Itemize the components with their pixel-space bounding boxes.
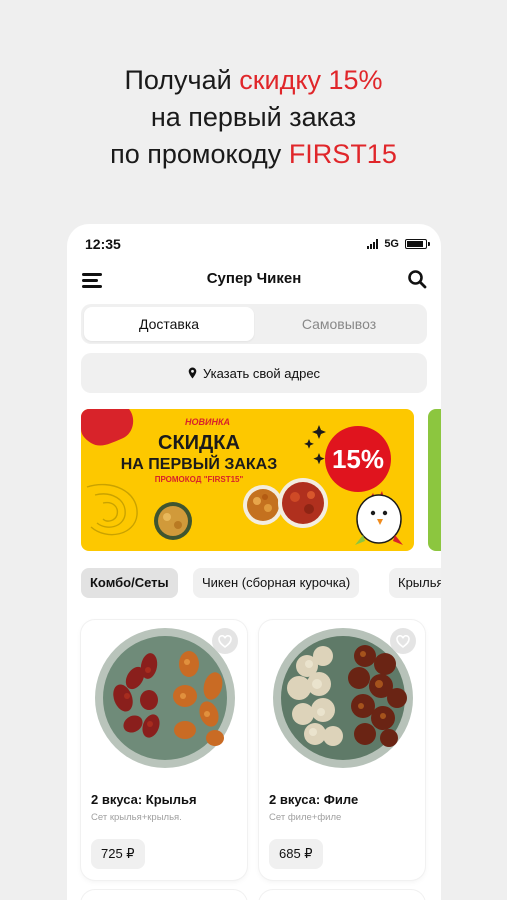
status-indicators: 5G <box>367 238 430 250</box>
banner-kicker: НОВИНКА <box>185 417 230 427</box>
search-icon[interactable] <box>407 269 427 289</box>
promo-code-accent: FIRST15 <box>288 139 397 169</box>
product-card-peek[interactable] <box>259 890 425 900</box>
next-banner-peek[interactable] <box>428 409 441 551</box>
promo-line-2: на первый заказ <box>150 102 357 132</box>
phone-frame: 12:35 5G Супер Чикен Доставка Самовывоз … <box>67 224 441 900</box>
product-description: Сет филе+филе <box>269 812 342 823</box>
banner-headline-2: НА ПЕРВЫЙ ЗАКАЗ <box>121 454 277 473</box>
price-button[interactable]: 685 ₽ <box>269 839 323 869</box>
address-label: Указать свой адрес <box>202 365 321 381</box>
heart-icon <box>396 634 410 648</box>
product-card-peek[interactable] <box>81 890 247 900</box>
favorite-button[interactable] <box>390 628 416 654</box>
rooster-mascot <box>355 491 403 545</box>
battery-icon <box>405 239 430 249</box>
status-bar: 12:35 5G <box>67 224 441 264</box>
app-title: Супер Чикен <box>206 270 302 287</box>
promo-line-3: по промокоду FIRST15 <box>110 139 397 169</box>
tab-pickup[interactable]: Самовывоз <box>254 307 424 341</box>
app-header: Супер Чикен <box>67 264 441 294</box>
promo-banner[interactable]: НОВИНКА СКИДКА НА ПЕРВЫЙ ЗАКАЗ ПРОМОКОД … <box>81 409 414 551</box>
price-button[interactable]: 725 ₽ <box>91 839 145 869</box>
category-chip-combo[interactable]: Комбо/Сеты <box>81 568 178 598</box>
map-pin-icon <box>188 367 197 379</box>
promo-discount-accent: скидку 15% <box>239 65 383 95</box>
delivery-toggle: Доставка Самовывоз <box>81 304 427 344</box>
network-type: 5G <box>384 238 399 250</box>
banner-promo-line: ПРОМОКОД "FIRST15" <box>155 475 244 484</box>
sparkle-icons <box>304 425 326 465</box>
product-description: Сет крылья+крылья. <box>91 812 182 823</box>
promo-line-1: Получай скидку 15% <box>124 65 383 95</box>
tab-delivery[interactable]: Доставка <box>84 307 254 341</box>
product-title: 2 вкуса: Крылья <box>91 792 197 807</box>
favorite-button[interactable] <box>212 628 238 654</box>
product-title: 2 вкуса: Филе <box>269 792 359 807</box>
banner-discount: 15% <box>332 444 384 474</box>
banner-headline-1: СКИДКА <box>158 432 240 454</box>
address-button[interactable]: Указать свой адрес <box>81 353 427 393</box>
category-chip-chicken[interactable]: Чикен (сборная курочка) <box>193 568 360 598</box>
promo-headline: Получай скидку 15% на первый заказ по пр… <box>0 62 507 173</box>
product-card[interactable]: 2 вкуса: Филе Сет филе+филе 685 ₽ <box>259 620 425 880</box>
heart-icon <box>218 634 232 648</box>
banner-artwork: НОВИНКА СКИДКА НА ПЕРВЫЙ ЗАКАЗ ПРОМОКОД … <box>81 409 403 545</box>
status-time: 12:35 <box>85 236 121 252</box>
category-chip-wings[interactable]: Крылья <box>389 568 441 598</box>
product-card[interactable]: 2 вкуса: Крылья Сет крылья+крылья. 725 ₽ <box>81 620 247 880</box>
signal-icon <box>367 239 379 249</box>
